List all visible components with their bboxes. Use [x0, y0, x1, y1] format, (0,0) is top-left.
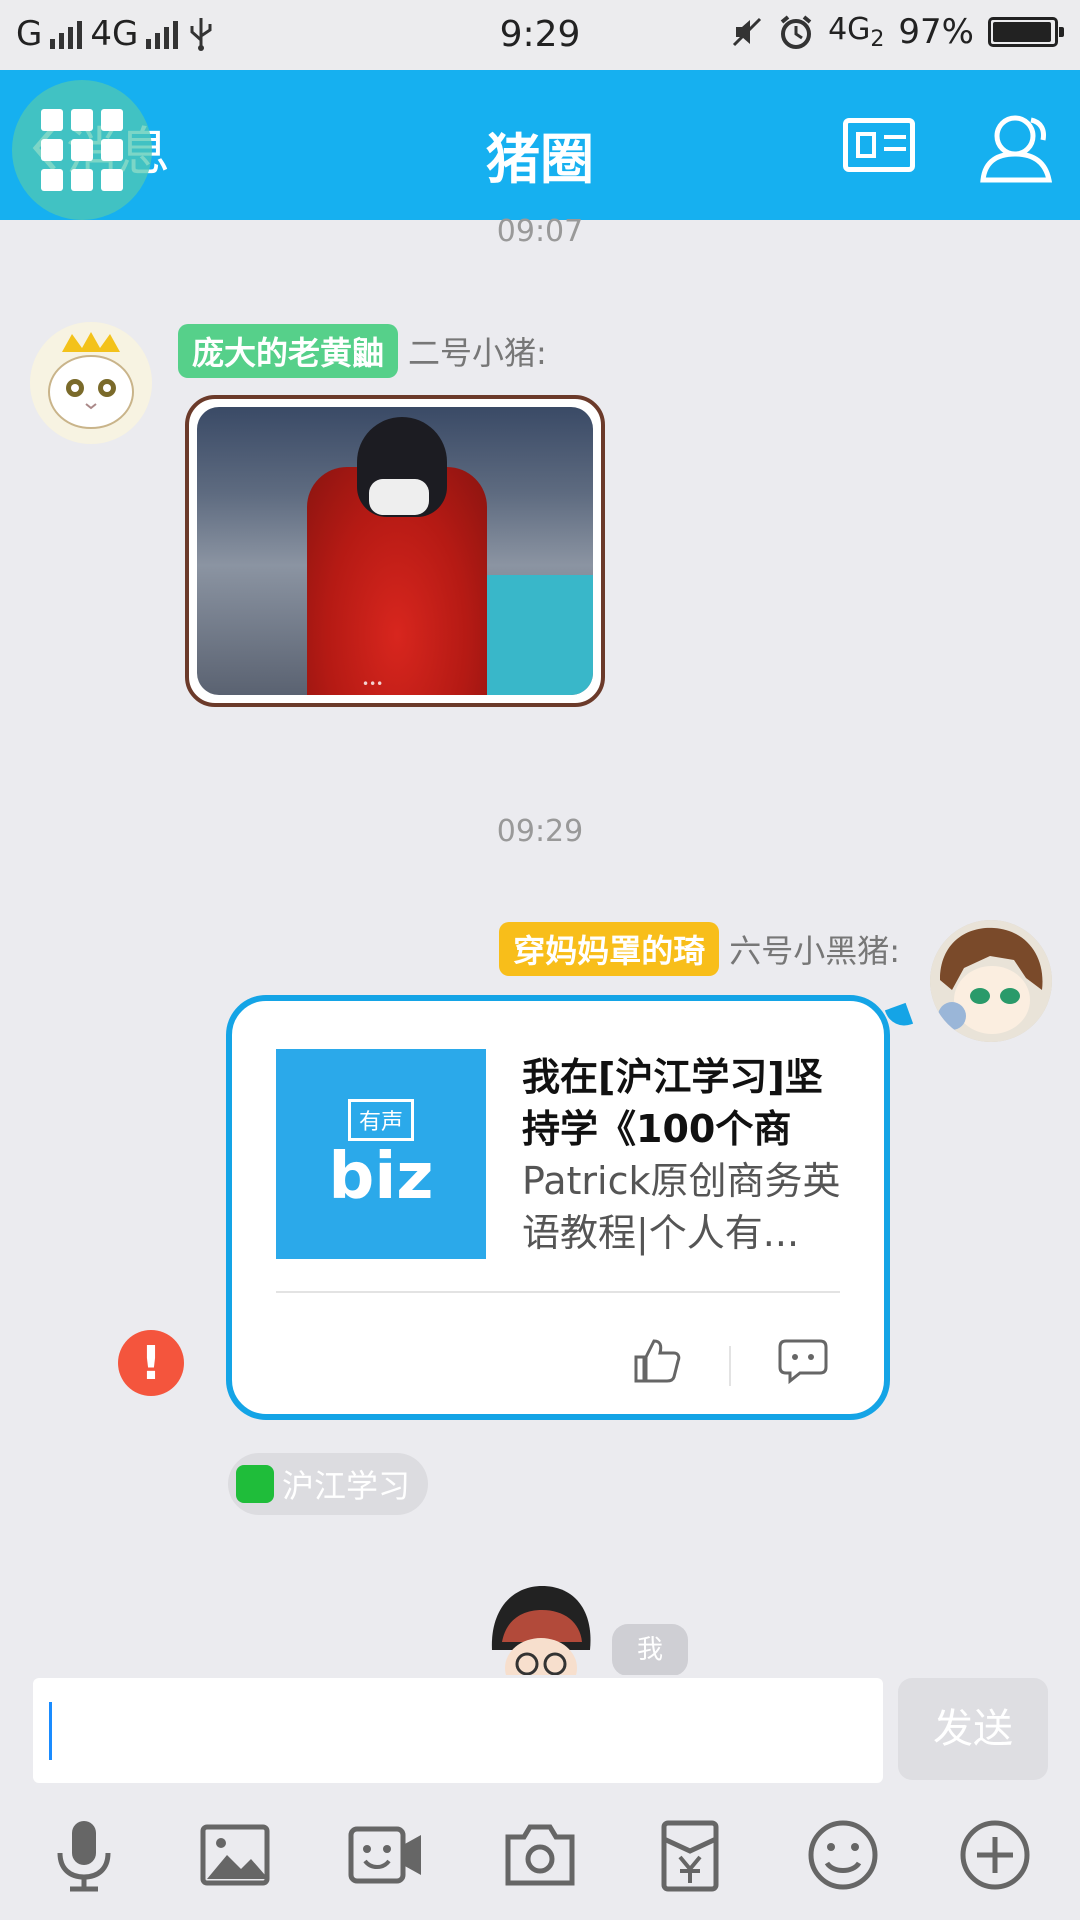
timestamp: 09:07	[496, 214, 584, 249]
member-tag: 庞大的老黄鼬	[178, 324, 399, 378]
battery-icon	[988, 17, 1064, 47]
app-icon	[236, 1465, 274, 1503]
sender-row: 庞大的老黄鼬 二号小猪:	[178, 324, 547, 378]
group-members-icon[interactable]	[975, 106, 1057, 188]
photo-caption: •••	[362, 677, 384, 691]
status-bar: G 4G 9:29 4G2 97%	[0, 0, 1080, 70]
sender-name: 二号小猪:	[408, 334, 547, 372]
avatar[interactable]	[930, 920, 1052, 1042]
battery-fill	[993, 22, 1052, 42]
video-icon[interactable]	[345, 1815, 425, 1895]
microphone-icon[interactable]	[44, 1815, 124, 1895]
comment-icon[interactable]	[778, 1337, 828, 1385]
member-tag: 穿妈妈罩的琦	[499, 922, 720, 976]
thumb-text: biz	[328, 1140, 434, 1214]
source-app-pill[interactable]: 沪江学习	[228, 1453, 429, 1515]
message-input[interactable]	[33, 1678, 883, 1783]
sender-row: 穿妈妈罩的琦 六号小黑猪:	[499, 922, 900, 976]
mute-icon	[730, 15, 764, 49]
text-caret	[49, 1702, 52, 1760]
thumbs-up-icon[interactable]	[632, 1335, 682, 1385]
send-button[interactable]: 发送	[898, 1678, 1048, 1780]
card-description: Patrick原创商务英语教程|个人有...	[522, 1159, 841, 1255]
card-divider	[276, 1291, 840, 1293]
camera-icon[interactable]	[500, 1815, 580, 1895]
card-thumbnail: 有声 biz	[276, 1049, 486, 1259]
source-name: 沪江学习	[282, 1467, 411, 1505]
page-title: 猪圈	[486, 128, 594, 191]
plus-icon[interactable]	[955, 1815, 1035, 1895]
card-title: 我在[沪江学习]坚持学《100个商	[522, 1055, 823, 1151]
network-right-text: 4G	[828, 12, 871, 47]
action-separator	[729, 1346, 731, 1386]
app-header: 消息 猪圈	[0, 70, 1080, 220]
group-card-icon[interactable]	[843, 118, 915, 172]
image-icon[interactable]	[195, 1815, 275, 1895]
avatar[interactable]	[30, 322, 152, 444]
input-area: 发送	[0, 1675, 1080, 1920]
alarm-icon	[778, 14, 814, 50]
self-label: 我	[612, 1624, 688, 1676]
sender-name: 六号小黑猪:	[729, 932, 900, 970]
image-message[interactable]: •••	[185, 395, 605, 707]
thumb-badge: 有声	[347, 1099, 414, 1141]
network-right-label: 4G2	[828, 12, 884, 52]
battery-percent: 97%	[898, 12, 974, 52]
timestamp: 09:29	[496, 814, 584, 849]
link-card[interactable]: 有声 biz 我在[沪江学习]坚持学《100个商 Patrick原创商务英语教程…	[226, 995, 890, 1420]
status-right: 4G2 97%	[730, 12, 1064, 52]
red-packet-icon[interactable]	[650, 1815, 730, 1895]
emoji-icon[interactable]	[803, 1815, 883, 1895]
send-failed-icon[interactable]: !	[118, 1330, 184, 1396]
input-toolbar	[0, 1815, 1080, 1905]
chat-screen: G 4G 9:29 4G2 97% 消息	[0, 0, 1080, 1920]
photo: •••	[197, 407, 593, 695]
network-right-sub: 2	[870, 27, 885, 52]
